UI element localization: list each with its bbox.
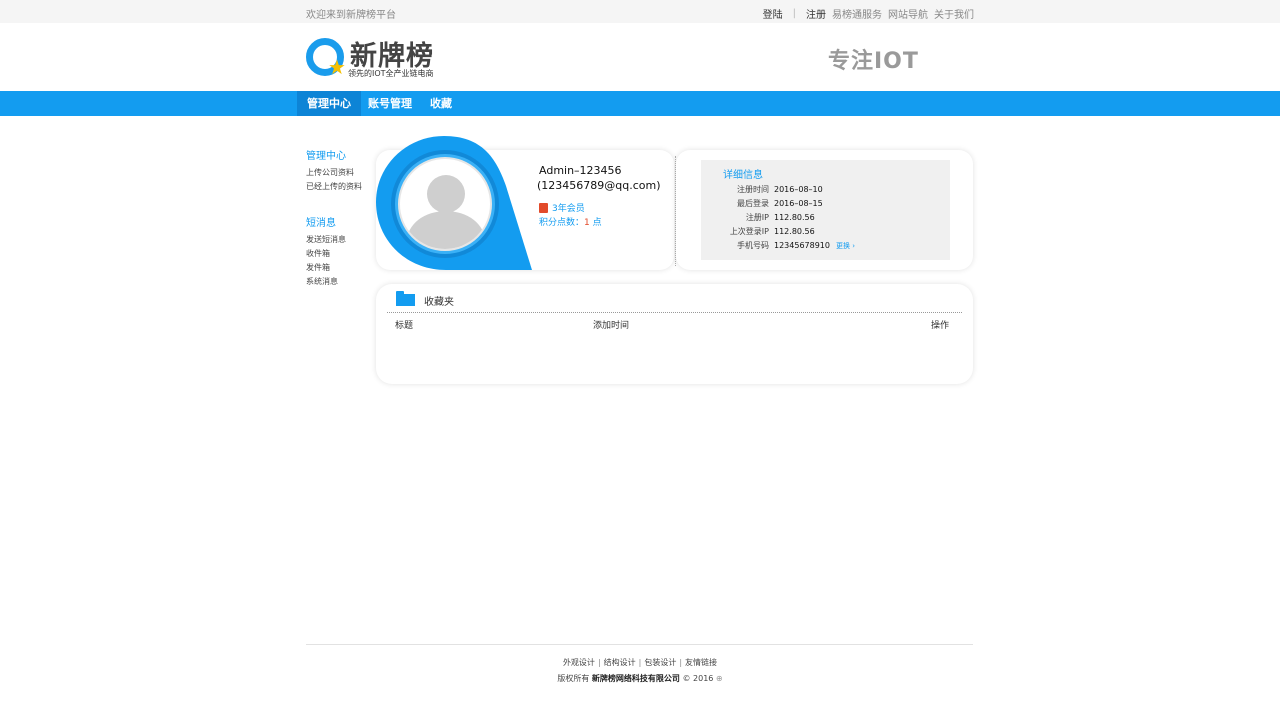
user-silhouette-body	[407, 211, 485, 249]
favorites-title: 收藏夹	[424, 297, 454, 308]
brand-tagline: 领先的IOT全产业链电商	[348, 69, 434, 78]
points-label: 积分点数：	[539, 218, 585, 228]
detail-title: 详细信息	[723, 170, 763, 181]
sidebar-item-inbox[interactable]: 收件箱	[306, 247, 376, 261]
sidebar-item-uploaded[interactable]: 已经上传的资料	[306, 180, 376, 194]
company-name: 新牌榜网络科技有限公司	[591, 674, 680, 683]
sidebar-heading-messages[interactable]: 短消息	[306, 214, 376, 229]
favorites-divider	[387, 312, 962, 313]
footer-links: 外观设计 | 结构设计 | 包装设计 | 友情链接	[562, 658, 718, 667]
member-badge-icon	[539, 202, 548, 213]
welcome-text: 欢迎来到新牌榜平台	[306, 10, 396, 21]
service-link[interactable]: 易榜通服务	[832, 6, 882, 21]
detail-value: 2016–08–15	[774, 199, 823, 208]
points: 积分点数：1 点	[539, 215, 602, 228]
user-silhouette-icon	[427, 175, 465, 213]
police-badge-icon: ⊕	[715, 674, 723, 683]
points-unit: 点	[589, 218, 602, 228]
detail-row-register-ip: 注册IP 112.80.56	[700, 212, 950, 223]
footer-link-structure-design[interactable]: 结构设计	[604, 658, 636, 667]
membership-label: 3年会员	[552, 204, 585, 214]
nav-item-favorites[interactable]: 收藏	[420, 91, 462, 116]
sidebar-item-system-messages[interactable]: 系统消息	[306, 275, 376, 289]
login-link[interactable]: 登陆	[763, 6, 783, 21]
top-links: 登陆 | 注册 易榜通服务 网站导航 关于我们	[763, 6, 974, 21]
column-header-added-time: 添加时间	[593, 321, 630, 331]
divider: |	[792, 8, 796, 19]
main-nav: 管理中心 账号管理 收藏	[0, 91, 1280, 116]
column-header-actions: 操作	[931, 321, 950, 331]
footer-link-packaging-design[interactable]: 包装设计	[644, 658, 676, 667]
user-email: (123456789@qq.com)	[537, 179, 661, 192]
detail-row-phone: 手机号码 12345678910 更换 ›	[700, 240, 950, 251]
detail-row-last-login-ip: 上次登录IP 112.80.56	[700, 226, 950, 237]
detail-label: 手机号码	[737, 241, 769, 250]
sidebar-item-send-message[interactable]: 发送短消息	[306, 233, 376, 247]
folder-icon	[396, 291, 415, 306]
detail-label: 上次登录IP	[729, 227, 769, 236]
detail-value: 112.80.56	[774, 213, 815, 222]
copyright-year: © 2016	[682, 674, 714, 683]
footer-link-appearance-design[interactable]: 外观设计	[563, 658, 595, 667]
detail-value: 12345678910	[774, 241, 830, 250]
membership-badge: 3年会员	[539, 201, 585, 214]
detail-row-last-login: 最后登录 2016–08–15	[700, 198, 950, 209]
detail-label: 注册时间	[737, 185, 769, 194]
site-nav-link[interactable]: 网站导航	[888, 6, 928, 21]
star-icon: ★	[328, 55, 346, 79]
username: Admin–123456	[539, 164, 622, 177]
detail-row-register-time: 注册时间 2016–08–10	[700, 184, 950, 195]
card-divider	[675, 156, 676, 266]
detail-label: 最后登录	[737, 199, 769, 208]
footer-link-friend-links[interactable]: 友情链接	[685, 658, 717, 667]
about-link[interactable]: 关于我们	[934, 6, 974, 21]
column-header-title: 标题	[395, 321, 414, 331]
register-link[interactable]: 注册	[806, 6, 826, 21]
site-logo[interactable]: ★ 新牌榜 领先的IOT全产业链电商	[306, 37, 446, 81]
detail-value: 2016–08–10	[774, 185, 823, 194]
change-phone-link[interactable]: 更换 ›	[836, 242, 855, 250]
favorites-card	[376, 284, 973, 384]
avatar[interactable]	[398, 157, 492, 251]
footer-divider	[306, 644, 973, 645]
slogan: 专注IOT	[828, 49, 919, 74]
detail-label: 注册IP	[745, 213, 769, 222]
sidebar-item-upload-company[interactable]: 上传公司资料	[306, 166, 376, 180]
sidebar: 管理中心 上传公司资料 已经上传的资料 短消息 发送短消息 收件箱 发件箱 系统…	[306, 147, 376, 289]
sidebar-heading-management[interactable]: 管理中心	[306, 147, 376, 162]
top-bar: 欢迎来到新牌榜平台 登陆 | 注册 易榜通服务 网站导航 关于我们	[0, 0, 1280, 23]
copyright-prefix: 版权所有	[557, 674, 590, 683]
detail-value: 112.80.56	[774, 227, 815, 236]
footer-copyright: 版权所有 新牌榜网络科技有限公司 © 2016 ⊕	[0, 673, 1280, 684]
sidebar-item-outbox[interactable]: 发件箱	[306, 261, 376, 275]
nav-item-account[interactable]: 账号管理	[358, 91, 422, 116]
header: ★ 新牌榜 领先的IOT全产业链电商 专注IOT	[0, 23, 1280, 91]
nav-item-management-center[interactable]: 管理中心	[297, 91, 361, 116]
